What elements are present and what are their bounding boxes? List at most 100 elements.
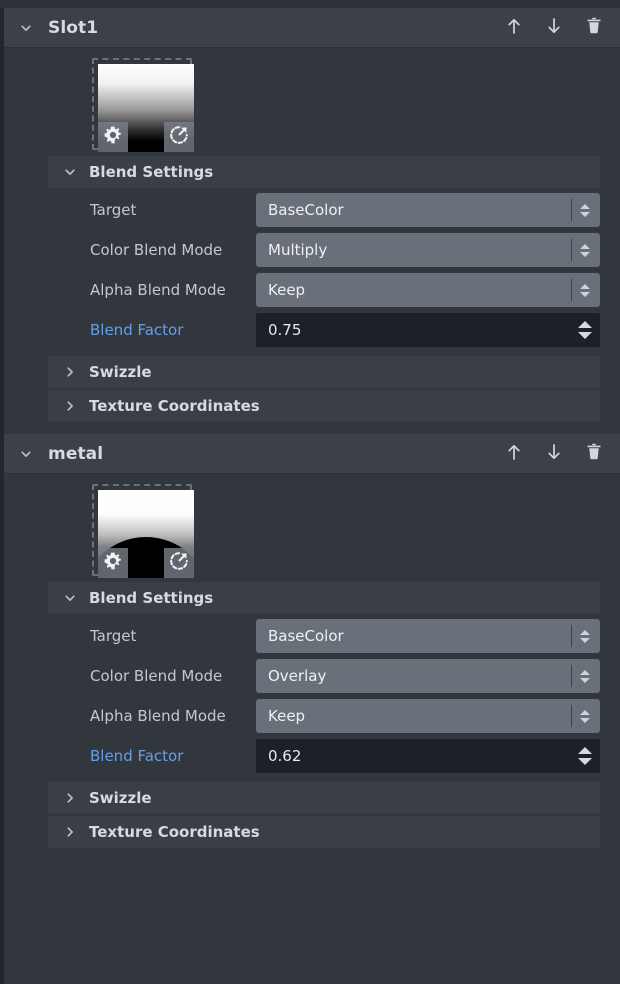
property-list: TargetBaseColorColor Blend ModeOverlayAl… (48, 616, 600, 776)
slot-title: Slot1 (48, 18, 98, 38)
property-group: Texture Coordinates (48, 816, 600, 848)
property-groups: Blend SettingsTargetBaseColorColor Blend… (4, 156, 620, 422)
move-down-button[interactable] (542, 442, 566, 466)
arrow-down-icon (543, 441, 565, 467)
property-spinbox[interactable]: 0.75 (256, 313, 600, 347)
combobox-stepper[interactable] (578, 193, 592, 227)
combobox-separator (571, 625, 572, 647)
delete-button[interactable] (582, 16, 606, 40)
property-combobox[interactable]: Keep (256, 273, 600, 307)
group-title: Swizzle (89, 363, 152, 381)
property-combobox[interactable]: Multiply (256, 233, 600, 267)
group-title: Texture Coordinates (89, 397, 260, 415)
gear-icon (103, 125, 123, 149)
stepper-down-icon[interactable] (580, 678, 590, 683)
group-header[interactable]: Swizzle (48, 356, 600, 388)
property-label: Target (48, 627, 256, 645)
spinbox-stepper[interactable] (577, 313, 593, 347)
arrow-down-icon (543, 15, 565, 41)
property-combobox[interactable]: BaseColor (256, 619, 600, 653)
property-combobox[interactable]: Keep (256, 699, 600, 733)
combobox-stepper[interactable] (578, 273, 592, 307)
spinbox-value[interactable]: 0.75 (268, 321, 301, 339)
chevron-down-icon (62, 164, 78, 180)
stepper-down-icon[interactable] (580, 292, 590, 297)
texture-slot: Slot1 Blend SettingsTargetBaseColorColor … (4, 8, 620, 434)
property-group: Blend Settings TargetBaseColorColor Blend… (48, 582, 600, 782)
slot-header[interactable]: Slot1 (4, 8, 620, 48)
group-title: Swizzle (89, 789, 152, 807)
property-spinbox[interactable]: 0.62 (256, 739, 600, 773)
property-groups: Blend Settings TargetBaseColorColor Blend… (4, 582, 620, 848)
slot-bottom-spacer (4, 424, 620, 434)
chevron-right-icon (62, 790, 78, 806)
move-up-button[interactable] (502, 442, 526, 466)
property-row: TargetBaseColor (48, 616, 600, 656)
property-group: Blend SettingsTargetBaseColorColor Blend… (48, 156, 600, 356)
combobox-value: BaseColor (268, 201, 344, 219)
property-row: Color Blend ModeMultiply (48, 230, 600, 270)
thumbnail-expand-button[interactable] (164, 122, 194, 152)
property-combobox[interactable]: Overlay (256, 659, 600, 693)
chevron-right-icon (62, 364, 78, 380)
stepper-up-icon[interactable] (578, 747, 592, 754)
slot-header[interactable]: metal (4, 434, 620, 474)
thumbnail-expand-button[interactable] (164, 548, 194, 578)
slot-title: metal (48, 444, 103, 464)
chevron-down-icon (62, 590, 78, 606)
slot-body: Blend SettingsTargetBaseColorColor Blend… (4, 48, 620, 434)
move-up-button[interactable] (502, 16, 526, 40)
property-label: Blend Factor (48, 321, 256, 339)
group-header[interactable]: Texture Coordinates (48, 816, 600, 848)
spinbox-value[interactable]: 0.62 (268, 747, 301, 765)
property-row: Blend Factor0.62 (48, 736, 600, 776)
property-row: TargetBaseColor (48, 190, 600, 230)
texture-slot-panel: Slot1Blend SettingsTargetBaseColorColor … (0, 0, 620, 984)
stepper-up-icon[interactable] (580, 204, 590, 209)
combobox-value: Keep (268, 707, 305, 725)
combobox-stepper[interactable] (578, 699, 592, 733)
chevron-right-icon (62, 398, 78, 414)
combobox-value: Keep (268, 281, 305, 299)
gear-icon (103, 551, 123, 575)
thumbnail-preview (98, 64, 194, 152)
texture-thumbnail[interactable] (92, 484, 192, 576)
stepper-down-icon[interactable] (580, 252, 590, 257)
stepper-up-icon[interactable] (580, 710, 590, 715)
stepper-down-icon[interactable] (580, 212, 590, 217)
move-down-button[interactable] (542, 16, 566, 40)
stepper-up-icon[interactable] (580, 244, 590, 249)
group-header[interactable]: Blend Settings (48, 156, 600, 188)
combobox-stepper[interactable] (578, 619, 592, 653)
combobox-stepper[interactable] (578, 659, 592, 693)
thumbnail-preview (98, 490, 194, 578)
stepper-up-icon[interactable] (578, 321, 592, 328)
thumbnail-settings-button[interactable] (98, 548, 128, 578)
expand-arrow-icon (169, 125, 189, 149)
combobox-separator (571, 705, 572, 727)
property-combobox[interactable]: BaseColor (256, 193, 600, 227)
slot-actions (502, 16, 620, 40)
trash-icon (583, 15, 605, 41)
group-title: Blend Settings (89, 589, 213, 607)
stepper-up-icon[interactable] (580, 284, 590, 289)
stepper-down-icon[interactable] (580, 718, 590, 723)
stepper-down-icon[interactable] (580, 638, 590, 643)
group-header[interactable]: Swizzle (48, 782, 600, 814)
combobox-stepper[interactable] (578, 233, 592, 267)
chevron-down-icon (16, 444, 36, 464)
arrow-up-icon (503, 15, 525, 41)
stepper-down-icon[interactable] (578, 758, 592, 765)
thumbnail-settings-button[interactable] (98, 122, 128, 152)
texture-thumbnail[interactable] (92, 58, 192, 150)
delete-button[interactable] (582, 442, 606, 466)
texture-slot: metal Blend Settings TargetBaseColorColor … (4, 434, 620, 860)
group-header[interactable]: Texture Coordinates (48, 390, 600, 422)
stepper-down-icon[interactable] (578, 332, 592, 339)
stepper-up-icon[interactable] (580, 630, 590, 635)
spinbox-stepper[interactable] (577, 739, 593, 773)
combobox-separator (571, 279, 572, 301)
group-header[interactable]: Blend Settings (48, 582, 600, 614)
property-label: Alpha Blend Mode (48, 707, 256, 725)
stepper-up-icon[interactable] (580, 670, 590, 675)
